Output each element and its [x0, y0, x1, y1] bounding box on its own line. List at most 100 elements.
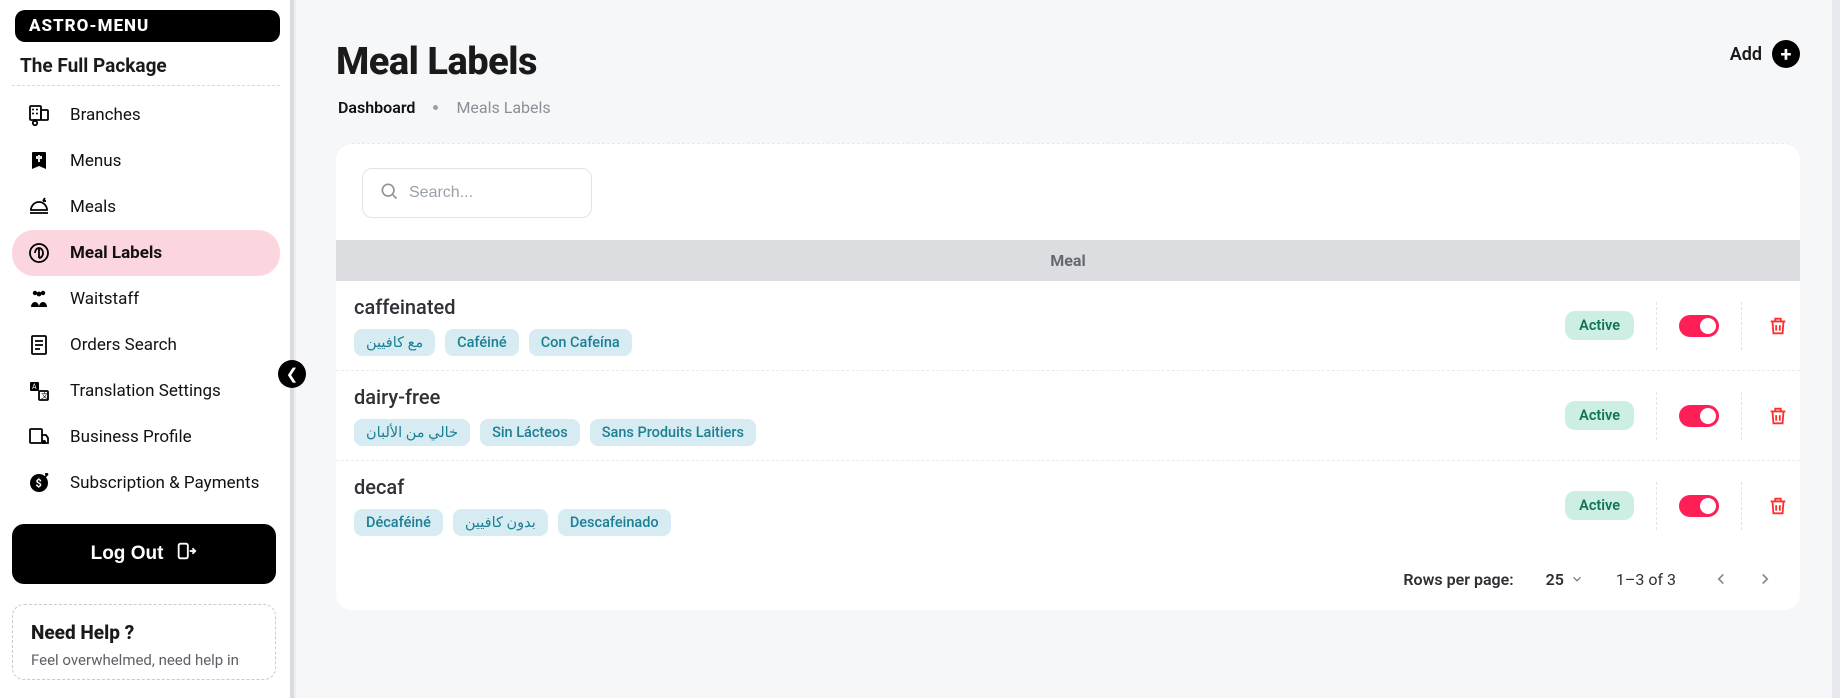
svg-text:文: 文 [41, 391, 48, 400]
svg-text:$: $ [36, 477, 42, 490]
sidebar-item-label: Meal Labels [70, 243, 162, 263]
page-title: Meal Labels [336, 40, 537, 84]
row-actions: Active [1565, 392, 1800, 440]
translation-chip: Con Cafeína [529, 329, 632, 356]
help-card: Need Help ? Feel overwhelmed, need help … [12, 604, 276, 680]
cell-separator [1741, 482, 1742, 530]
translation-chip: خالي من الألبان [354, 419, 470, 446]
collapse-sidebar-button[interactable]: ❮ [278, 360, 306, 388]
row-main: caffeinatedمع كافيينCaféinéCon Cafeína [354, 295, 1565, 356]
translation-chip: Descafeinado [558, 509, 671, 536]
row-title: dairy-free [354, 385, 1565, 409]
pagination: Rows per page: 25 1–3 of 3 [336, 550, 1800, 592]
status-badge: Active [1565, 491, 1634, 520]
translation-chip: Sans Produits Laitiers [590, 419, 756, 446]
chevron-down-icon [1570, 572, 1584, 586]
table-body: caffeinatedمع كافيينCaféinéCon CafeínaAc… [336, 281, 1800, 550]
status-badge: Active [1565, 311, 1634, 340]
delete-button[interactable] [1764, 312, 1792, 340]
row-main: dairy-free خالي من الألبان Sin Lácteos Sans… [354, 385, 1565, 446]
row-actions: Active [1565, 302, 1800, 350]
business-profile-icon [26, 424, 52, 450]
sidebar-item-meal-labels[interactable]: Meal Labels [12, 230, 280, 276]
sidebar-item-menus[interactable]: Menus [12, 138, 280, 184]
trash-icon [1767, 405, 1789, 427]
add-label: Add [1730, 44, 1762, 65]
breadcrumb-current: Meals Labels [456, 98, 550, 117]
sidebar-item-label: Business Profile [70, 427, 192, 447]
sidebar-nav: Branches Menus Meals Meal Labels [12, 92, 280, 506]
toggle-knob [1700, 498, 1716, 514]
breadcrumb: Dashboard Meals Labels [338, 98, 1800, 117]
table-header-meal: Meal [336, 240, 1800, 281]
rows-per-page-value: 25 [1546, 570, 1564, 589]
search-icon [379, 181, 399, 205]
cell-separator [1656, 482, 1657, 530]
chevron-left-icon: ❮ [286, 365, 299, 383]
translation-icon: A文 [26, 378, 52, 404]
help-subtitle: Feel overwhelmed, need help in [31, 650, 257, 671]
translation-chip: Décaféiné [354, 509, 443, 536]
breadcrumb-separator-icon [433, 105, 438, 110]
active-toggle[interactable] [1679, 405, 1719, 427]
translation-chip: Sin Lácteos [480, 419, 580, 446]
sidebar-resize-handle[interactable] [286, 0, 296, 698]
payments-icon: $ [26, 470, 52, 496]
breadcrumb-root[interactable]: Dashboard [338, 98, 415, 117]
content-card: Meal caffeinatedمع كافيينCaféinéCon Cafe… [336, 143, 1800, 610]
sidebar-item-business-profile[interactable]: Business Profile [12, 414, 280, 460]
active-toggle[interactable] [1679, 315, 1719, 337]
svg-text:A: A [32, 383, 37, 391]
add-button[interactable]: Add + [1730, 40, 1800, 68]
search-input[interactable] [409, 184, 575, 202]
menu-icon [26, 148, 52, 174]
rows-per-page-label: Rows per page: [1403, 570, 1513, 589]
logout-button[interactable]: Log Out [12, 524, 276, 584]
sidebar-item-translation-settings[interactable]: A文 Translation Settings [12, 368, 280, 414]
delete-button[interactable] [1764, 402, 1792, 430]
logout-icon [175, 540, 197, 568]
sidebar-item-label: Meals [70, 197, 116, 217]
pagination-range: 1–3 of 3 [1616, 570, 1676, 589]
row-main: decaf Décaféinéبدون كافيينDescafeinado [354, 475, 1565, 536]
toggle-knob [1700, 408, 1716, 424]
table-row: dairy-free خالي من الألبان Sin Lácteos Sans… [336, 371, 1800, 461]
search-box[interactable] [362, 168, 592, 218]
sidebar-item-label: Subscription & Payments [70, 473, 259, 493]
translation-chip: مع كافيين [354, 329, 435, 356]
orders-search-icon [26, 332, 52, 358]
logout-label: Log Out [91, 543, 164, 565]
translation-chip: Caféiné [445, 329, 519, 356]
rows-per-page-select[interactable]: 25 [1546, 570, 1584, 589]
cell-separator [1656, 392, 1657, 440]
row-title: decaf [354, 475, 1565, 499]
sidebar-item-label: Branches [70, 105, 141, 125]
sidebar-item-waitstaff[interactable]: Waitstaff [12, 276, 280, 322]
active-toggle[interactable] [1679, 495, 1719, 517]
trash-icon [1767, 495, 1789, 517]
waitstaff-icon [26, 286, 52, 312]
branch-icon [26, 102, 52, 128]
package-name: The Full Package [20, 54, 280, 77]
chevron-right-icon [1756, 570, 1774, 588]
sidebar-item-subscription-payments[interactable]: $ Subscription & Payments [12, 460, 280, 506]
cell-separator [1656, 302, 1657, 350]
sidebar-item-label: Menus [70, 151, 121, 171]
brand-logo: ASTRO-MENU [15, 10, 280, 42]
meal-labels-icon [26, 240, 52, 266]
help-title: Need Help ? [31, 621, 257, 644]
sidebar-item-orders-search[interactable]: Orders Search [12, 322, 280, 368]
sidebar-item-label: Orders Search [70, 335, 177, 355]
next-page-button[interactable] [1752, 566, 1778, 592]
prev-page-button[interactable] [1708, 566, 1734, 592]
sidebar-item-meals[interactable]: Meals [12, 184, 280, 230]
delete-button[interactable] [1764, 492, 1792, 520]
status-badge: Active [1565, 401, 1634, 430]
table-row: caffeinatedمع كافيينCaféinéCon CafeínaAc… [336, 281, 1800, 371]
sidebar-item-label: Translation Settings [70, 381, 221, 401]
row-chips: Décaféinéبدون كافيينDescafeinado [354, 509, 1565, 536]
sidebar-item-branches[interactable]: Branches [12, 92, 280, 138]
sidebar: ASTRO-MENU The Full Package Branches Men… [0, 0, 286, 698]
sidebar-separator [12, 85, 280, 86]
meals-icon [26, 194, 52, 220]
